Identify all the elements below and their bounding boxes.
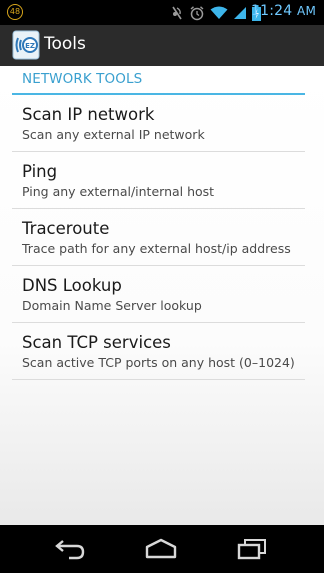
item-subtitle: Scan any external IP network (22, 127, 205, 142)
app-title: Tools (44, 34, 86, 54)
location-off-icon (172, 6, 182, 19)
content-area: NETWORK TOOLS Scan IP network Scan any e… (0, 66, 324, 525)
list-item-scan-ip-network[interactable]: Scan IP network Scan any external IP net… (12, 95, 305, 152)
tools-list: Scan IP network Scan any external IP net… (12, 95, 305, 380)
list-item-ping[interactable]: Ping Ping any external/internal host (12, 152, 305, 209)
status-bar: 48 11:24 AM (0, 0, 324, 25)
phone-screen: 48 11:24 AM EZ Tools NETWORK TOOLS Scan … (0, 0, 324, 573)
status-icons (170, 4, 261, 21)
item-subtitle: Scan active TCP ports on any host (0–102… (22, 355, 295, 370)
notification-count-badge: 48 (7, 4, 23, 20)
item-subtitle: Domain Name Server lookup (22, 298, 202, 313)
item-subtitle: Trace path for any external host/ip addr… (22, 241, 291, 256)
cell-signal-icon (234, 6, 246, 19)
list-item-dns-lookup[interactable]: DNS Lookup Domain Name Server lookup (12, 266, 305, 323)
svg-text:EZ: EZ (25, 42, 35, 50)
alarm-icon (190, 5, 204, 20)
back-icon[interactable] (49, 535, 89, 563)
item-subtitle: Ping any external/internal host (22, 184, 215, 199)
clock-ampm: AM (297, 4, 316, 18)
item-title: Ping (22, 162, 58, 181)
wifi-icon (210, 6, 228, 19)
clock-time: 11:24 (251, 3, 293, 19)
list-item-traceroute[interactable]: Traceroute Trace path for any external h… (12, 209, 305, 266)
navigation-bar (0, 525, 324, 573)
list-item-scan-tcp-services[interactable]: Scan TCP services Scan active TCP ports … (12, 323, 305, 380)
status-clock: 11:24 AM (251, 3, 316, 19)
item-title: Traceroute (22, 219, 110, 238)
network-tools-app-icon[interactable]: EZ (12, 29, 40, 61)
action-bar: EZ Tools (0, 25, 324, 66)
item-title: DNS Lookup (22, 276, 122, 295)
section-header: NETWORK TOOLS (22, 71, 143, 87)
recent-apps-icon[interactable] (232, 535, 272, 563)
item-title: Scan TCP services (22, 333, 171, 352)
item-title: Scan IP network (22, 105, 155, 124)
home-icon[interactable] (141, 535, 181, 563)
